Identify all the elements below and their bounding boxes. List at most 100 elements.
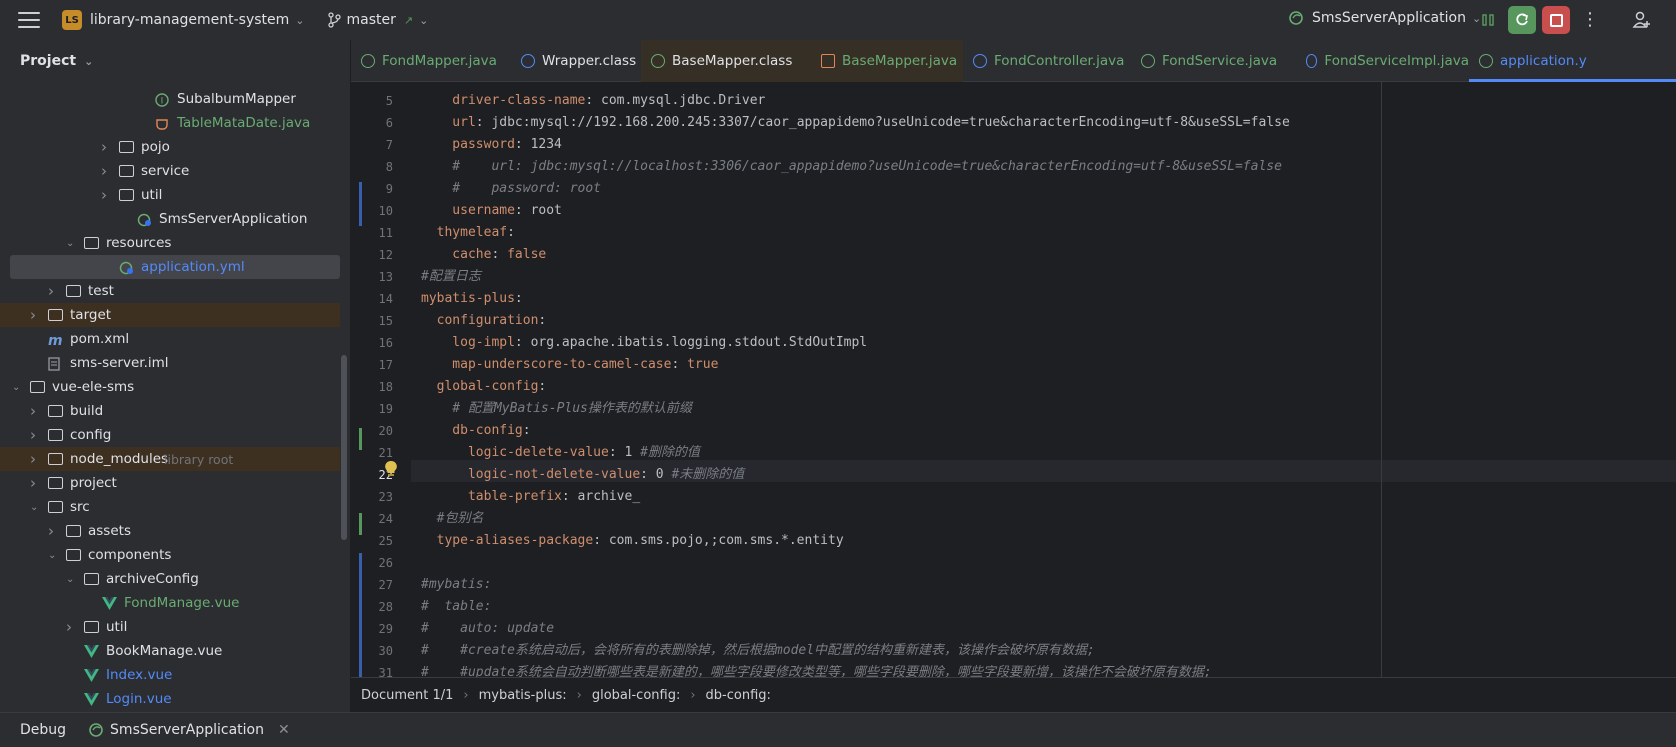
tree-item[interactable]: SmsServerApplication (10, 207, 340, 231)
code-value: : 1234 (514, 137, 562, 152)
project-name[interactable]: library-management-system (90, 12, 289, 28)
debug-session-tab[interactable]: SmsServerApplication (110, 722, 264, 738)
tree-item[interactable]: › build (10, 399, 340, 423)
chevron-down-icon[interactable]: ⌄ (30, 502, 38, 513)
sidebar-scrollbar[interactable] (341, 355, 347, 540)
tree-item[interactable]: ⌄ vue-ele-sms (10, 375, 340, 399)
tree-item[interactable]: application.yml (10, 255, 340, 279)
breadcrumb-item[interactable]: mybatis-plus: (479, 688, 567, 703)
tree-item[interactable]: Login.vue (10, 687, 340, 711)
main-menu-icon[interactable] (18, 12, 40, 28)
tree-item-label: service (141, 163, 190, 179)
git-branch-icon[interactable] (327, 12, 341, 28)
tree-item[interactable]: ⌄ src (10, 495, 340, 519)
editor-tab[interactable]: BaseMapper.class (641, 40, 811, 82)
run-configuration[interactable]: SmsServerApplication ⌄ (1288, 10, 1481, 26)
tree-item[interactable]: › target (0, 303, 340, 327)
chevron-right-icon[interactable]: › (30, 426, 36, 444)
chevron-right-icon[interactable]: › (30, 474, 36, 492)
project-badge[interactable]: LS (62, 10, 82, 30)
tree-item[interactable]: BookManage.vue (10, 639, 340, 663)
tree-item[interactable]: › util (10, 183, 340, 207)
folder-icon (48, 500, 64, 514)
editor-tab[interactable]: FondController.java (963, 40, 1131, 82)
tree-item[interactable]: m pom.xml (10, 327, 340, 351)
chevron-right-icon[interactable]: › (30, 306, 36, 324)
editor-tab[interactable]: FondServiceImpl.java (1296, 40, 1469, 82)
code-line: #包别名 (421, 508, 484, 530)
breadcrumb-item[interactable]: db-config: (706, 688, 771, 703)
code-comment: # #update系统会自动判断哪些表是新建的，哪些字段要修改类型等，哪些字段要… (421, 665, 1212, 677)
folder-icon (66, 548, 82, 562)
chevron-right-icon[interactable]: › (48, 282, 54, 300)
editor-tab[interactable]: FondService.java (1131, 40, 1296, 82)
rerun-icon[interactable] (1508, 6, 1536, 34)
code-comment: #未删除的值 (671, 467, 745, 482)
modified-marker (359, 553, 362, 677)
editor-tab[interactable]: Wrapper.class (511, 40, 641, 82)
iml-file-icon (48, 356, 64, 371)
chevron-right-icon[interactable]: › (30, 450, 36, 468)
editor-tab-label: BaseMapper.class (672, 53, 793, 69)
code-comment: # password: root (421, 181, 602, 196)
tree-item[interactable]: ⌄ resources (10, 231, 340, 255)
code-area[interactable]: driver-class-name: com.mysql.jdbc.Driver… (421, 82, 1671, 677)
bottom-tool-bar: Debug SmsServerApplication ✕ (0, 712, 1676, 747)
breadcrumb-item[interactable]: global-config: (592, 688, 681, 703)
editor-tab[interactable]: FondMapper.java (351, 40, 511, 82)
code-key: configuration (421, 313, 539, 328)
editor-tab[interactable]: BaseMapper.java (811, 40, 963, 82)
folder-icon (119, 164, 135, 178)
chevron-right-icon[interactable]: › (101, 138, 107, 156)
code-key: driver-class-name (421, 93, 586, 108)
yml-icon (1479, 54, 1493, 68)
editor-tab-label: FondService.java (1162, 53, 1278, 69)
tree-item[interactable]: › util (10, 615, 340, 639)
code-value: : com.mysql.jdbc.Driver (585, 93, 766, 108)
code-line: # table: (421, 596, 491, 618)
add-user-icon[interactable] (1628, 6, 1656, 34)
debug-tab[interactable]: Debug (20, 722, 66, 738)
tree-item[interactable]: ⌄ components (10, 543, 340, 567)
more-actions-icon[interactable]: ⋮ (1576, 6, 1604, 34)
code-line: db-config: (421, 420, 530, 442)
tree-item[interactable]: TableMataDate.java (10, 111, 340, 135)
line-number: 27 (378, 578, 393, 592)
tree-item[interactable]: ⌄ archiveConfig (10, 567, 340, 591)
chevron-right-icon[interactable]: › (66, 618, 72, 636)
tree-item[interactable]: › node_modules library root (0, 447, 340, 471)
tree-item-label: FondManage.vue (124, 595, 240, 611)
chevron-right-icon[interactable]: › (101, 162, 107, 180)
tree-item[interactable]: › project (10, 471, 340, 495)
chevron-down-icon[interactable]: ⌄ (84, 55, 93, 68)
chevron-right-icon[interactable]: › (101, 186, 107, 204)
chevron-right-icon[interactable]: › (30, 402, 36, 420)
editor-tab-label: FondController.java (994, 53, 1125, 69)
chevron-down-icon[interactable]: ⌄ (66, 238, 74, 249)
chevron-right-icon[interactable]: › (48, 522, 54, 540)
tree-item[interactable]: › config (10, 423, 340, 447)
editor-tab[interactable]: application.y (1469, 40, 1676, 82)
tree-item[interactable]: FondManage.vue (10, 591, 340, 615)
lightbulb-icon[interactable] (384, 460, 398, 482)
chevron-down-icon[interactable]: ⌄ (48, 550, 56, 561)
chevron-down-icon[interactable]: ⌄ (419, 14, 428, 27)
close-icon[interactable]: ✕ (278, 722, 290, 738)
sidebar-header[interactable]: Project ⌄ (0, 40, 350, 82)
chevron-down-icon[interactable]: ⌄ (295, 14, 304, 27)
chevron-down-icon[interactable]: ⌄ (66, 574, 74, 585)
tree-item[interactable]: sms-server.iml (10, 351, 340, 375)
tree-item-label: config (70, 427, 112, 443)
tree-item[interactable]: › assets (10, 519, 340, 543)
tree-item[interactable]: › test (10, 279, 340, 303)
chevron-down-icon[interactable]: ⌄ (12, 382, 20, 393)
line-number: 17 (378, 358, 393, 372)
debug-resume-icon[interactable] (1474, 6, 1502, 34)
tree-item[interactable]: Index.vue (10, 663, 340, 687)
stop-icon[interactable] (1542, 6, 1570, 34)
branch-name[interactable]: master (347, 12, 396, 28)
tree-item[interactable]: › pojo (10, 135, 340, 159)
tree-item[interactable]: › service (10, 159, 340, 183)
breadcrumb-item[interactable]: Document 1/1 (361, 688, 453, 703)
tree-item[interactable]: I SubalbumMapper (10, 87, 340, 111)
